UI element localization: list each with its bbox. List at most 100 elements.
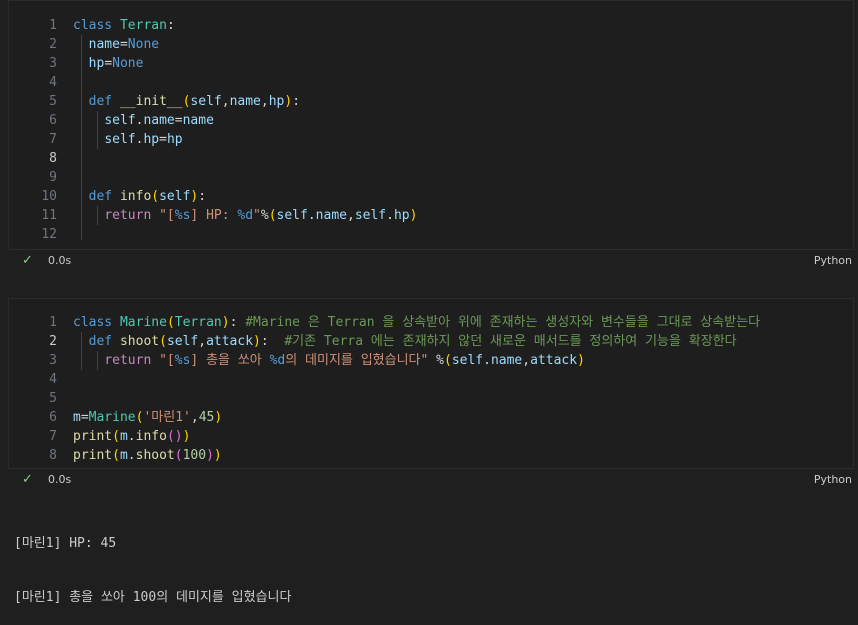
- code-line[interactable]: 4: [9, 370, 853, 389]
- code-token: ): [253, 334, 261, 349]
- code-line[interactable]: 2 def shoot(self,attack): #기존 Terra 에는 존…: [9, 332, 853, 351]
- code-token: ): [577, 353, 585, 368]
- cell-2-editor[interactable]: 1 class Marine(Terran): #Marine 은 Terran …: [8, 298, 854, 469]
- code-text[interactable]: m=Marine('마린1',45): [73, 408, 222, 427]
- code-token: =: [104, 56, 113, 71]
- code-token: ,: [198, 334, 207, 349]
- code-line[interactable]: 4: [9, 73, 853, 92]
- code-token: ": [253, 208, 261, 223]
- code-token: :: [166, 18, 175, 33]
- code-token: hp: [143, 132, 160, 147]
- code-token: (: [159, 334, 167, 349]
- code-line[interactable]: 11 return "[%s] HP: %d"%(self.name,self.…: [9, 206, 853, 225]
- code-token: "[: [159, 208, 175, 223]
- code-text[interactable]: class Terran:: [73, 16, 175, 35]
- line-number: 9: [49, 170, 57, 185]
- code-text[interactable]: self.name=name: [73, 111, 214, 130]
- code-token: =: [159, 132, 167, 147]
- code-token: hp: [166, 132, 183, 147]
- code-token: name: [88, 37, 120, 52]
- code-token: name: [229, 94, 261, 109]
- code-token: .: [127, 448, 136, 463]
- code-token: m: [73, 410, 81, 425]
- code-line[interactable]: 2 name=None: [9, 35, 853, 54]
- cell-2-status-bar: ✓ 0.0s Python: [8, 469, 858, 491]
- indent-guide: [97, 111, 98, 149]
- line-number: 2: [49, 37, 57, 52]
- code-token: info: [119, 189, 152, 204]
- code-text[interactable]: print(m.shoot(100)): [73, 446, 222, 465]
- code-token: .: [386, 208, 394, 223]
- code-line[interactable]: 6 m=Marine('마린1',45): [9, 408, 853, 427]
- code-cell-1[interactable]: 1 class Terran: 2 name=None 3 hp=None 4 5 def…: [0, 0, 858, 272]
- code-token: print: [73, 429, 113, 444]
- line-number: 4: [49, 75, 57, 90]
- code-token: ,: [260, 94, 269, 109]
- code-text[interactable]: return "[%s] 총을 쏘아 %d의 데미지를 입혔습니다" %(sel…: [73, 351, 585, 370]
- line-number: 7: [49, 429, 57, 444]
- language-selector[interactable]: Python: [814, 254, 852, 267]
- code-line[interactable]: 7 self.hp=hp: [9, 130, 853, 149]
- code-token: 100: [182, 448, 207, 463]
- cell-1-editor[interactable]: 1 class Terran: 2 name=None 3 hp=None 4 5 def…: [8, 0, 854, 250]
- code-token: ): [409, 208, 418, 223]
- code-line[interactable]: 8 print(m.shoot(100)): [9, 446, 853, 465]
- code-token: self: [190, 94, 222, 109]
- code-token: return: [104, 208, 160, 223]
- code-token: ): [284, 94, 293, 109]
- code-token: %s: [174, 353, 191, 368]
- code-line[interactable]: 5 def __init__(self,name,hp):: [9, 92, 853, 111]
- line-number: 3: [49, 56, 57, 71]
- code-text[interactable]: def shoot(self,attack): #기존 Terra 에는 존재하…: [73, 332, 737, 351]
- code-token: self: [276, 208, 308, 223]
- cell-2-output: [마린1] HP: 45 [마린1] 총을 쏘아 100의 데미지를 입혔습니다: [14, 499, 291, 625]
- language-selector[interactable]: Python: [814, 473, 852, 486]
- code-token: =: [80, 410, 89, 425]
- code-token: self: [104, 132, 136, 147]
- code-token: def: [88, 334, 120, 349]
- code-token: (: [112, 448, 120, 463]
- code-token: ): [221, 315, 230, 330]
- code-token: :: [292, 94, 301, 109]
- code-token: def: [88, 189, 120, 204]
- code-token: self: [104, 113, 136, 128]
- line-number: 6: [49, 410, 57, 425]
- code-token: %: [428, 353, 444, 368]
- code-token: #Marine 은 Terran 을 상속받아 위에 존재하는 생성자와 변수들…: [245, 315, 761, 330]
- code-token: (: [151, 189, 160, 204]
- code-line[interactable]: 12: [9, 225, 853, 244]
- code-text[interactable]: def info(self):: [73, 187, 206, 206]
- code-text[interactable]: def __init__(self,name,hp):: [73, 92, 300, 111]
- code-text[interactable]: self.hp=hp: [73, 130, 183, 149]
- code-line[interactable]: 1 class Marine(Terran): #Marine 은 Terran …: [9, 313, 853, 332]
- code-token: =: [119, 37, 128, 52]
- code-line[interactable]: 9: [9, 168, 853, 187]
- code-line[interactable]: 5: [9, 389, 853, 408]
- code-token: None: [112, 56, 144, 71]
- code-token: (: [174, 448, 183, 463]
- code-line[interactable]: 3 hp=None: [9, 54, 853, 73]
- code-line[interactable]: 7 print(m.info()): [9, 427, 853, 446]
- code-line[interactable]: 8: [9, 149, 853, 168]
- line-number: 10: [41, 189, 57, 204]
- code-token: m: [119, 448, 128, 463]
- code-line[interactable]: 1 class Terran:: [9, 16, 853, 35]
- code-token: #기존 Terra 에는 존재하지 않던 새로운 매서드를 정의하여 기능을 확…: [284, 334, 737, 349]
- code-token: (: [166, 315, 175, 330]
- code-token: def: [88, 94, 120, 109]
- code-token: shoot: [135, 448, 175, 463]
- code-text[interactable]: return "[%s] HP: %d"%(self.name,self.hp): [73, 206, 417, 225]
- code-text[interactable]: name=None: [73, 35, 159, 54]
- code-text[interactable]: hp=None: [73, 54, 144, 73]
- code-cell-2[interactable]: 1 class Marine(Terran): #Marine 은 Terran …: [0, 298, 858, 490]
- indent-guide: [81, 332, 82, 370]
- code-line[interactable]: 10 def info(self):: [9, 187, 853, 206]
- code-text[interactable]: class Marine(Terran): #Marine 은 Terran 을…: [73, 313, 760, 332]
- code-line[interactable]: 3 return "[%s] 총을 쏘아 %d의 데미지를 입혔습니다" %(s…: [9, 351, 853, 370]
- code-text[interactable]: print(m.info()): [73, 427, 190, 446]
- code-line[interactable]: 6 self.name=name: [9, 111, 853, 130]
- code-token: Marine: [88, 410, 136, 425]
